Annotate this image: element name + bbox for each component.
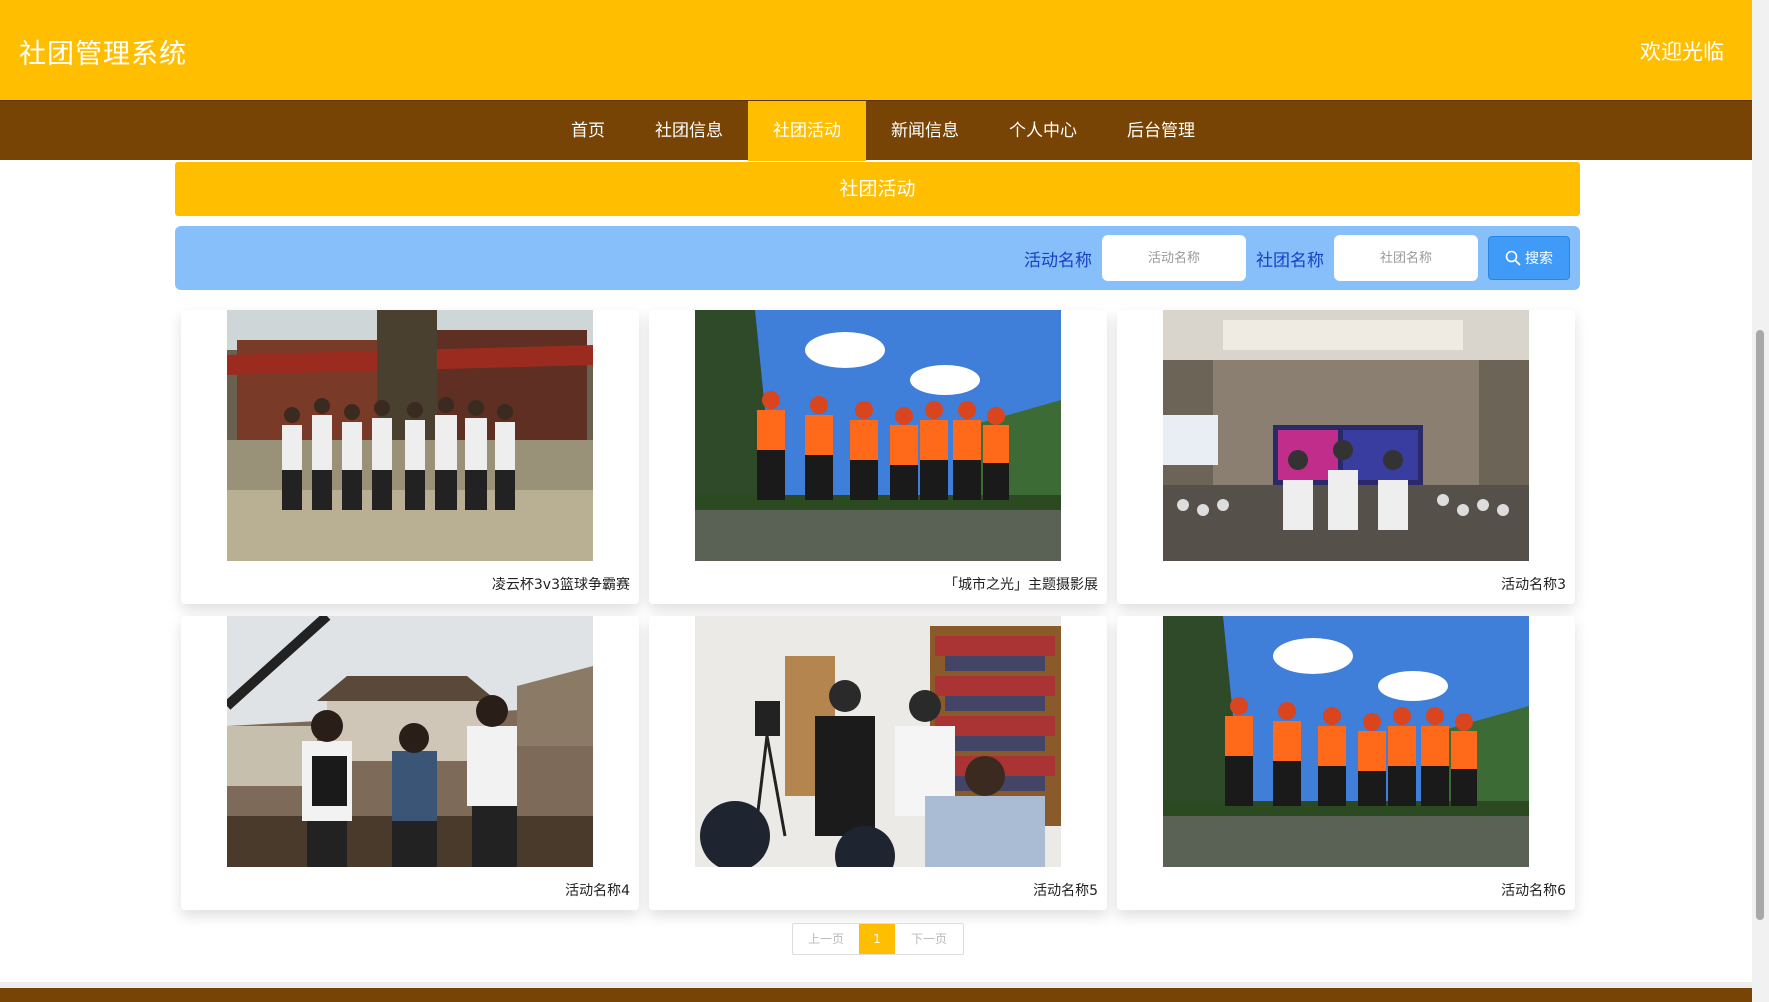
activity-photo[interactable] [695, 616, 1061, 867]
activity-photo[interactable] [695, 310, 1061, 561]
welcome-text: 欢迎光临 [1640, 40, 1724, 64]
activity-card[interactable]: 活动名称6 [1117, 616, 1575, 910]
nav-item-home[interactable]: 首页 [546, 101, 630, 161]
page: 社团管理系统 欢迎光临 首页 社团信息 社团活动 新闻信息 个人中心 后台管理 … [0, 0, 1769, 1002]
main-nav: 首页 社团信息 社团活动 新闻信息 个人中心 后台管理 [0, 100, 1752, 161]
activity-caption[interactable]: 活动名称5 [1033, 880, 1098, 900]
activity-card[interactable]: 活动名称4 [181, 616, 639, 910]
club-name-label: 社团名称 [1256, 250, 1324, 271]
search-button[interactable]: 搜索 [1488, 236, 1570, 280]
activity-caption[interactable]: 「城市之光」主题摄影展 [944, 574, 1098, 594]
next-page-button[interactable]: 下一页 [895, 924, 963, 954]
nav-item-club-info[interactable]: 社团信息 [630, 101, 748, 161]
activity-name-input[interactable] [1102, 235, 1246, 281]
nav-item-admin[interactable]: 后台管理 [1102, 101, 1220, 161]
nav-item-personal-center[interactable]: 个人中心 [984, 101, 1102, 161]
scrollbar-thumb[interactable] [1756, 330, 1764, 920]
activity-card[interactable]: 「城市之光」主题摄影展 [649, 310, 1107, 604]
activity-photo[interactable] [1163, 616, 1529, 867]
activity-caption[interactable]: 活动名称4 [565, 880, 630, 900]
activity-card[interactable]: 凌云杯3v3篮球争霸赛 [181, 310, 639, 604]
pagination: 上一页 1 下一页 [792, 923, 964, 955]
search-button-label: 搜索 [1525, 251, 1553, 267]
section-title: 社团活动 [175, 162, 1580, 216]
prev-page-button[interactable]: 上一页 [793, 924, 859, 954]
activity-caption[interactable]: 活动名称6 [1501, 880, 1566, 900]
activity-name-label: 活动名称 [1024, 250, 1092, 271]
nav-item-news[interactable]: 新闻信息 [866, 101, 984, 161]
activity-card[interactable]: 活动名称5 [649, 616, 1107, 910]
search-icon [1505, 250, 1521, 266]
page-scrollbar[interactable] [1752, 0, 1769, 1002]
activity-photo[interactable] [227, 616, 593, 867]
nav-item-club-activities[interactable]: 社团活动 [748, 101, 866, 161]
search-bar: 活动名称 社团名称 搜索 [175, 226, 1580, 290]
page-number-current[interactable]: 1 [859, 924, 895, 954]
site-title: 社团管理系统 [19, 39, 187, 70]
club-name-input[interactable] [1334, 235, 1478, 281]
footer-bar [0, 988, 1752, 1002]
search-controls: 活动名称 社团名称 搜索 [1024, 235, 1570, 281]
activity-caption[interactable]: 凌云杯3v3篮球争霸赛 [492, 574, 630, 594]
activity-card[interactable]: 活动名称3 [1117, 310, 1575, 604]
header-bar: 社团管理系统 欢迎光临 [0, 0, 1752, 100]
activity-photo[interactable] [1163, 310, 1529, 561]
activity-photo[interactable] [227, 310, 593, 561]
activity-caption[interactable]: 活动名称3 [1501, 574, 1566, 594]
